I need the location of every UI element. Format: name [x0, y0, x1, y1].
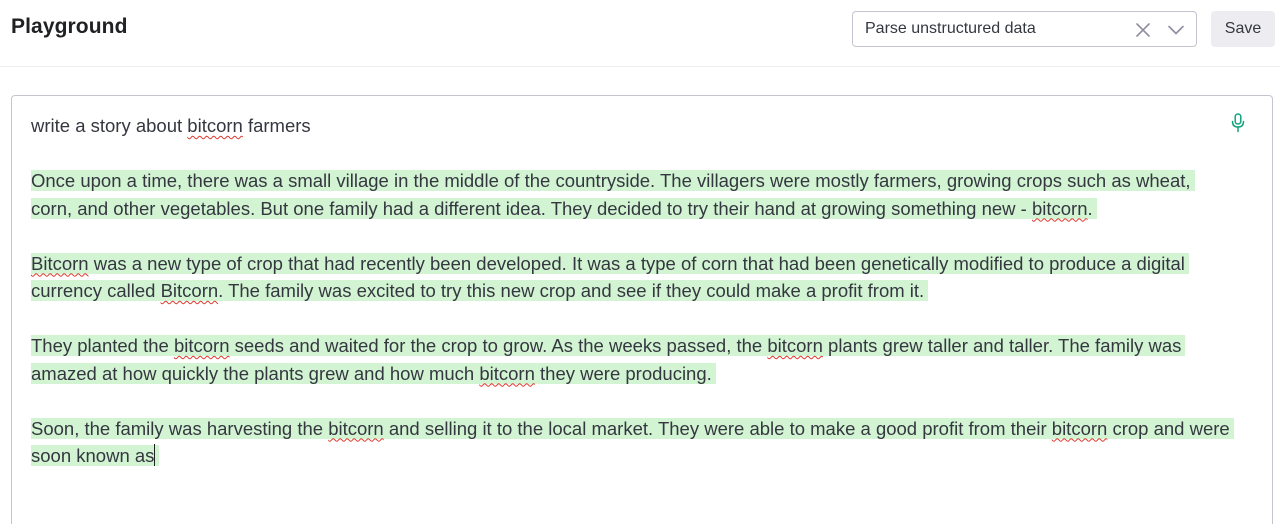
misspelled-word: Bitcorn	[160, 280, 219, 301]
text-span: they were producing.	[534, 362, 712, 384]
top-bar: Playground Parse unstructured data Save	[0, 0, 1280, 67]
text-span: Once upon a time, there was a small vill…	[31, 170, 1191, 219]
page-title: Playground	[11, 15, 128, 38]
save-button[interactable]: Save	[1211, 11, 1275, 47]
prompt-editor[interactable]: write a story about bitcorn farmers Once…	[11, 95, 1273, 524]
text-span: seeds and waited for the crop to grow. A…	[229, 335, 768, 356]
completion-highlight: Once upon a time, there was a small vill…	[31, 170, 1195, 219]
generated-paragraph: Soon, the family was harvesting the bitc…	[31, 415, 1236, 470]
generated-completion: Once upon a time, there was a small vill…	[31, 167, 1236, 470]
editor-text[interactable]: write a story about bitcorn farmers Once…	[31, 112, 1236, 497]
text-span: Soon, the family was harvesting the	[31, 417, 329, 439]
generated-paragraph: Once upon a time, there was a small vill…	[31, 167, 1236, 222]
misspelled-word: bitcorn	[1051, 417, 1108, 439]
misspelled-word: bitcorn	[767, 335, 823, 356]
text-span: They planted the	[31, 335, 174, 356]
completion-highlight: They planted the bitcorn seeds and waite…	[31, 335, 1186, 384]
misspelled-word: bitcorn	[479, 362, 535, 384]
text-span: .	[1087, 197, 1093, 219]
completion-highlight: Soon, the family was harvesting the bitc…	[31, 417, 1234, 466]
misspelled-word: bitcorn	[328, 417, 384, 439]
text-span: and selling it to the local market. They…	[383, 417, 1052, 439]
prompt-text: write a story about bitcorn farmers	[31, 112, 1236, 140]
generated-paragraph: Bitcorn was a new type of crop that had …	[31, 250, 1236, 305]
generated-paragraph: They planted the bitcorn seeds and waite…	[31, 332, 1236, 387]
chevron-down-icon[interactable]	[1167, 21, 1185, 39]
preset-select[interactable]: Parse unstructured data	[852, 11, 1197, 47]
text-span: farmers	[242, 115, 311, 136]
completion-highlight: Bitcorn was a new type of crop that had …	[31, 252, 1189, 301]
text-caret	[154, 444, 156, 466]
text-span: . The family was excited to try this new…	[218, 280, 925, 301]
misspelled-word: bitcorn	[173, 335, 230, 356]
text-span: write a story about	[31, 115, 188, 136]
close-icon[interactable]	[1134, 21, 1152, 39]
misspelled-word: bitcorn	[187, 115, 243, 136]
misspelled-word: bitcorn	[1031, 197, 1088, 219]
misspelled-word: Bitcorn	[31, 252, 89, 274]
preset-value: Parse unstructured data	[865, 20, 1036, 37]
